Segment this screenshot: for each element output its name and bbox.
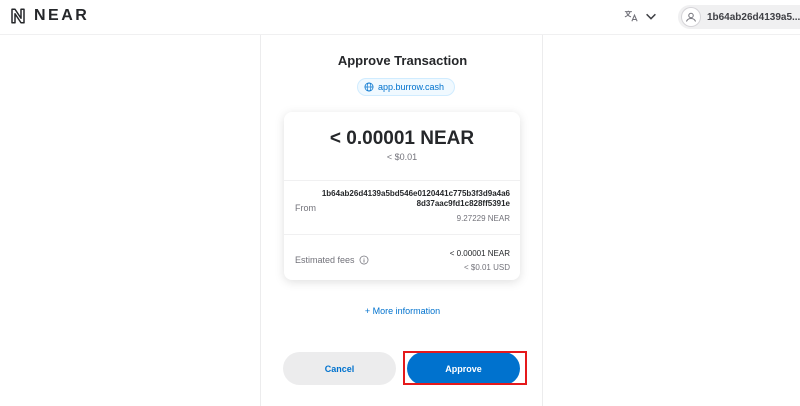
origin-badge: app.burrow.cash (357, 78, 456, 96)
estimated-fees-label: Estimated fees (295, 255, 369, 265)
estimated-fees-text: Estimated fees (295, 255, 355, 265)
transaction-amount: < 0.00001 NEAR (329, 128, 475, 149)
translate-icon (624, 10, 638, 22)
brand-name: NEAR (34, 7, 90, 24)
divider (284, 234, 520, 235)
globe-icon (364, 82, 374, 92)
transaction-amount-usd: < $0.01 (386, 152, 418, 162)
account-avatar (681, 7, 701, 27)
near-logo[interactable]: NEAR (9, 7, 89, 25)
estimated-fees-usd: < $0.01 USD (463, 263, 510, 272)
info-icon[interactable] (359, 255, 369, 265)
divider (284, 180, 520, 181)
approve-highlight-box (403, 351, 527, 385)
account-selector[interactable]: 1b64ab26d4139a5... (678, 5, 800, 29)
estimated-fees-amount: < 0.00001 NEAR (449, 249, 510, 258)
near-logo-icon (11, 8, 25, 24)
from-account-id: 1b64ab26d4139a5bd546e0120441c775b3f3d9a4… (321, 189, 510, 208)
account-id: 1b64ab26d4139a5... (706, 11, 800, 23)
from-label: From (295, 203, 316, 213)
more-information-link[interactable]: + More information (261, 306, 544, 316)
from-balance: 9.27229 NEAR (456, 214, 510, 223)
origin-url: app.burrow.cash (378, 82, 445, 92)
transaction-card: < 0.00001 NEAR < $0.01 From 1b64ab26d413… (284, 112, 520, 280)
cancel-button[interactable]: Cancel (283, 352, 396, 385)
language-selector[interactable] (624, 9, 658, 23)
chevron-down-icon (646, 13, 656, 20)
user-icon (686, 12, 696, 22)
page-title: Approve Transaction (337, 53, 468, 68)
top-bar: NEAR 1b64ab26d4139a5... (0, 0, 800, 35)
